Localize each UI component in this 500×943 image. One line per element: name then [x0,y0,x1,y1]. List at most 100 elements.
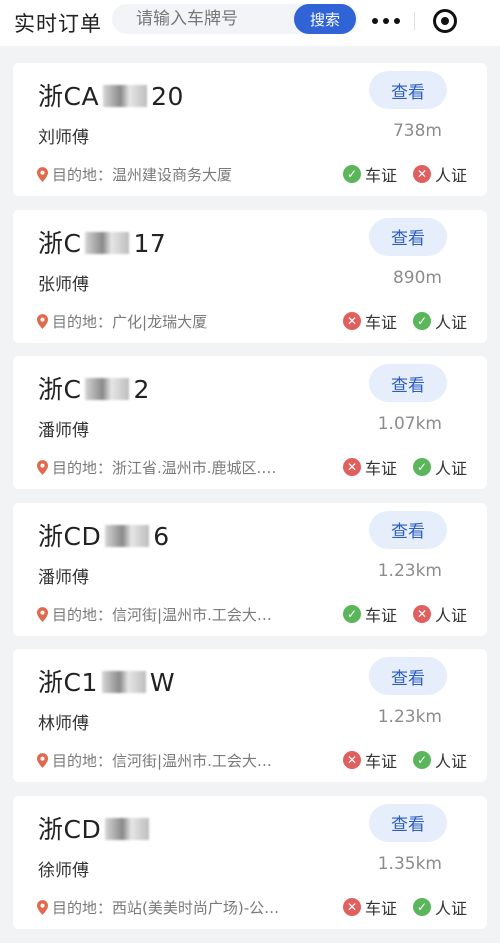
order-card: 浙C1 W 查看 林师傅 1.23km 目的地： 信河街|温州市.工会大… ✕ 车证 … [13,649,487,783]
person-cert-label: 人证 [434,752,467,772]
car-cert-badge: ✕ 车证 [342,748,397,772]
person-cert-badge: ✕ 人证 [412,602,467,626]
destination-value: 信河街|温州市.工会大… [112,752,272,771]
page-title: 实时订单 [14,12,102,36]
driver-name: 张师傅 [38,274,89,295]
view-button[interactable]: 查看 [369,657,447,696]
cert-badges: ✕ 车证 ✓ 人证 [342,309,467,333]
cross-icon: ✕ [412,165,431,183]
plate-mask [85,231,130,254]
destination: 目的地： 西站(美美时尚广场)-公… [37,897,317,918]
order-card: 浙C 2 查看 潘师傅 1.07km 目的地： 浙江省.温州市.鹿城区.… ✕ 车证 … [13,356,487,490]
destination: 目的地： 信河街|温州市.工会大… [37,750,317,771]
distance: 1.23km [377,560,442,581]
driver-name: 潘师傅 [38,567,89,588]
person-cert-label: 人证 [434,166,467,185]
destination: 目的地： 广化|龙瑞大厦 [37,311,317,332]
more-icon[interactable] [358,4,414,38]
person-cert-label: 人证 [434,605,467,625]
car-cert-label: 车证 [364,752,397,772]
car-cert-label: 车证 [364,605,397,625]
mini-program-capsule [358,4,476,38]
cert-badges: ✕ 车证 ✓ 人证 [342,455,467,479]
car-cert-badge: ✕ 车证 [342,455,397,479]
plate-prefix: 浙CD [38,521,102,551]
destination-label: 目的地： [52,459,113,478]
destination: 目的地： 信河街|温州市.工会大… [37,604,317,625]
location-pin-icon [37,753,48,769]
plate-number: 浙C 2 [38,370,150,406]
car-cert-label: 车证 [364,312,397,332]
plate-mask [103,85,148,107]
car-cert-label: 车证 [364,459,397,479]
person-cert-badge: ✓ 人证 [412,455,467,479]
driver-name: 刘师傅 [38,128,89,148]
plate-prefix: 浙CA [38,82,100,111]
person-cert-badge: ✓ 人证 [412,309,467,333]
location-pin-icon [37,167,48,182]
plate-mask [105,817,150,840]
plate-suffix: 6 [153,521,170,551]
cert-badges: ✕ 车证 ✓ 人证 [342,895,467,919]
plate-number: 浙C 17 [38,224,166,260]
cross-icon: ✕ [342,897,361,916]
destination-label: 目的地： [52,166,113,184]
view-button[interactable]: 查看 [369,803,447,842]
plate-suffix: W [149,668,176,698]
destination-value: 广化|龙瑞大厦 [112,312,208,331]
plate-prefix: 浙C [38,228,82,258]
destination-label: 目的地： [52,752,113,771]
person-cert-label: 人证 [434,459,467,479]
destination-value: 西站(美美时尚广场)-公… [112,898,280,917]
check-icon: ✓ [342,604,361,623]
location-pin-icon [37,313,48,329]
search-box[interactable]: 搜索 [112,4,358,34]
location-pin-icon [37,900,48,915]
person-cert-badge: ✓ 人证 [412,895,467,919]
car-cert-badge: ✓ 车证 [342,162,397,186]
car-cert-badge: ✕ 车证 [342,309,397,333]
destination: 目的地： 温州建设商务大厦 [37,164,317,185]
destination-label: 目的地： [52,312,113,331]
check-icon: ✓ [342,165,361,183]
plate-number: 浙CA 20 [38,77,184,113]
destination: 目的地： 浙江省.温州市.鹿城区.… [37,457,317,478]
driver-name: 徐师傅 [38,860,89,881]
view-button[interactable]: 查看 [369,510,447,549]
order-card: 浙CA 20 查看 刘师傅 738m 目的地： 温州建设商务大厦 ✓ 车证 ✕ 人证 [13,63,487,196]
order-list: 浙CA 20 查看 刘师傅 738m 目的地： 温州建设商务大厦 ✓ 车证 ✕ 人证 浙… [13,63,487,943]
person-cert-label: 人证 [434,312,467,332]
cert-badges: ✕ 车证 ✓ 人证 [342,748,467,772]
search-button[interactable]: 搜索 [294,4,356,34]
plate-number: 浙C1 W [38,663,175,699]
search-input[interactable] [134,8,288,30]
check-icon: ✓ [412,897,431,916]
view-button[interactable]: 查看 [369,71,447,109]
top-bar: 实时订单 搜索 [0,0,500,46]
view-button[interactable]: 查看 [369,364,447,403]
person-cert-label: 人证 [434,898,467,918]
cert-badges: ✓ 车证 ✕ 人证 [342,602,467,626]
distance: 1.07km [377,414,442,435]
order-card: 浙CD 查看 徐师傅 1.35km 目的地： 西站(美美时尚广场)-公… ✕ 车证 … [13,795,487,929]
plate-prefix: 浙C [38,375,82,405]
car-cert-label: 车证 [364,166,397,185]
view-button[interactable]: 查看 [369,217,447,256]
close-mini-program-icon[interactable] [415,4,475,38]
plate-prefix: 浙C1 [38,668,98,698]
plate-mask [105,524,150,547]
plate-mask [85,378,130,401]
car-cert-badge: ✓ 车证 [342,602,397,626]
car-cert-label: 车证 [364,898,397,918]
check-icon: ✓ [412,311,431,330]
plate-mask [101,671,146,694]
person-cert-badge: ✕ 人证 [412,162,467,186]
destination-label: 目的地： [52,605,113,624]
plate-suffix: 2 [133,375,150,405]
plate-number: 浙CD 6 [38,517,170,553]
cert-badges: ✓ 车证 ✕ 人证 [342,162,467,186]
destination-value: 浙江省.温州市.鹿城区.… [112,459,277,478]
plate-number: 浙CD [38,810,153,846]
car-cert-badge: ✕ 车证 [342,895,397,919]
cross-icon: ✕ [342,751,361,770]
